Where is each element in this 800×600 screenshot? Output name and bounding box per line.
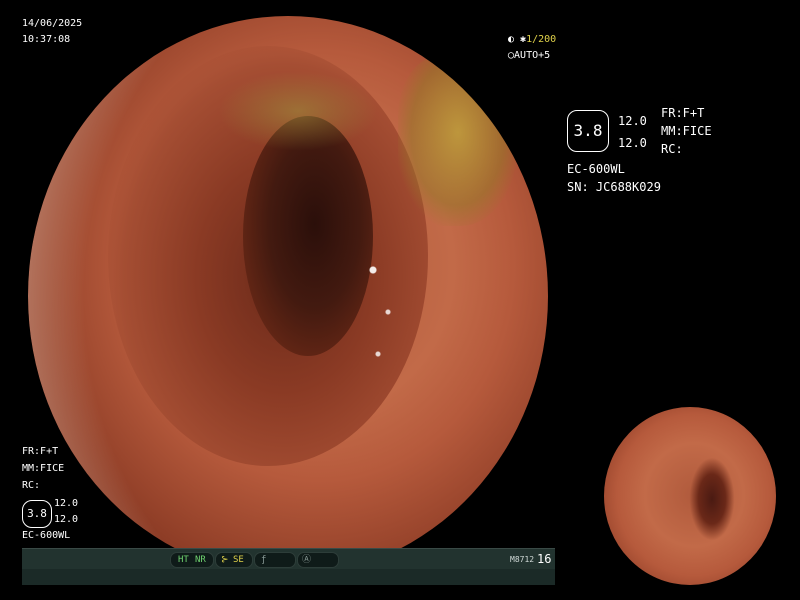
left-fr-label: FR:F+T	[22, 446, 59, 457]
right-rc-label: RC:	[661, 142, 683, 156]
shutter-icon: ◐ ✱	[508, 34, 527, 45]
endoscope-main-view	[28, 16, 548, 576]
shutter-readout: ◐ ✱1/200	[508, 34, 556, 46]
se-label: SE	[233, 555, 244, 565]
pip-endoscope-view	[604, 407, 776, 585]
count-label: 16	[537, 552, 552, 566]
status-bar: HT NR ⊱ SE ƒ Ⓐ M8712 16	[22, 548, 555, 585]
left-value-2: 12.0	[54, 514, 79, 525]
left-mm-label: MM:FICE	[22, 463, 65, 474]
right-mm-label: MM:FICE	[661, 124, 712, 138]
ht-label: HT	[178, 555, 189, 565]
light-reflection-edge	[28, 16, 548, 576]
right-model-label: EC-600WL	[567, 162, 625, 176]
right-serial-label: SN: JC688K029	[567, 180, 661, 194]
f-chip[interactable]: ƒ	[254, 552, 296, 568]
left-zoom-indicator: 3.8	[22, 500, 52, 528]
right-value-1: 12.0	[618, 114, 647, 128]
gain-readout: ◯AUTO+5	[508, 50, 550, 62]
left-zoom-value: 3.8	[27, 507, 47, 520]
nr-label: NR	[195, 555, 206, 565]
code-label: M8712	[510, 555, 535, 564]
gain-value: AUTO+5	[514, 50, 551, 61]
shutter-value: 1/200	[526, 34, 557, 45]
zoom-indicator: 3.8	[567, 110, 609, 152]
f-icon: ƒ	[261, 555, 267, 565]
zoom-value: 3.8	[573, 121, 603, 140]
ht-nr-chip[interactable]: HT NR	[170, 552, 214, 568]
right-value-2: 12.0	[618, 136, 647, 150]
date-label: 14/06/2025	[22, 18, 83, 29]
right-fr-label: FR:F+T	[661, 106, 705, 120]
a-icon: Ⓐ	[302, 555, 312, 565]
left-rc-label: RC:	[22, 480, 41, 491]
se-icon: ⊱	[221, 555, 229, 565]
se-chip[interactable]: ⊱ SE	[215, 552, 253, 568]
time-label: 10:37:08	[22, 34, 71, 45]
left-model-label: EC-600WL	[22, 530, 71, 541]
a-chip[interactable]: Ⓐ	[297, 552, 339, 568]
left-value-1: 12.0	[54, 498, 79, 509]
